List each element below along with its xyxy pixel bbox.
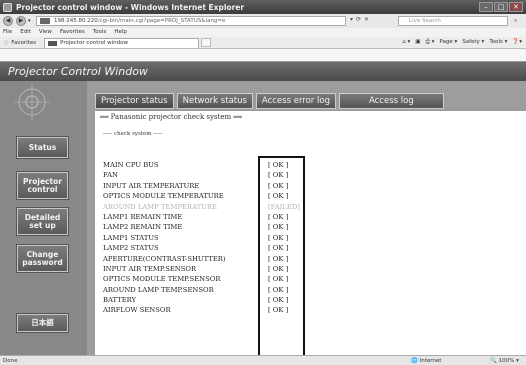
status-row-label: BATTERY bbox=[103, 296, 137, 305]
menu-file[interactable]: File bbox=[3, 28, 12, 37]
status-row-label: AROUND LAMP TEMPERATURE bbox=[103, 202, 217, 211]
address-tools: ▾ ⟳ ✕ bbox=[350, 16, 369, 23]
status-row: INPUT AIR TEMP.SENSOR[ OK ] bbox=[103, 264, 363, 274]
tab-network-status[interactable]: Network status bbox=[176, 93, 253, 109]
status-row-label: LAMP2 REMAIN TIME bbox=[103, 223, 183, 232]
site-icon bbox=[40, 18, 50, 24]
status-row: OPTICS MODULE TEMP.SENSOR[ OK ] bbox=[103, 274, 363, 284]
menu-bar: File Edit View Favorites Tools Help bbox=[0, 28, 526, 37]
status-list: MAIN CPU BUS[ OK ] FAN[ OK ] INPUT AIR TEM… bbox=[103, 160, 363, 316]
status-row-label: LAMP1 REMAIN TIME bbox=[103, 212, 183, 221]
window-title: Projector control window - Windows Inter… bbox=[16, 2, 245, 12]
sidebar-item-status[interactable]: Status bbox=[17, 137, 68, 158]
status-row: BATTERY[ OK ] bbox=[103, 295, 363, 305]
status-row: LAMP2 STATUS[ OK ] bbox=[103, 243, 363, 253]
security-zone: 🌐 Internet bbox=[411, 358, 442, 364]
window-controls: – □ ✕ bbox=[479, 2, 523, 12]
check-system-heading: ══ Panasonic projector check system ══ bbox=[100, 113, 242, 121]
address-toolbar: ◀ ▶ ▾ 198.245.80.220 /cgi-bin/main.cgi?p… bbox=[0, 14, 526, 28]
tools-menu[interactable]: Tools ▾ bbox=[489, 39, 507, 46]
stop-icon[interactable]: ✕ bbox=[364, 16, 369, 23]
address-field[interactable]: 198.245.80.220 /cgi-bin/main.cgi?page=PR… bbox=[36, 16, 346, 26]
status-row-label: LAMP2 STATUS bbox=[103, 244, 159, 253]
page-menu[interactable]: Page ▾ bbox=[439, 39, 457, 46]
search-input[interactable]: Live Search bbox=[398, 16, 508, 26]
zoom-value: 100% bbox=[498, 358, 515, 364]
command-bar: ⌂ ▾ ▣ ⎙ ▾ Page ▾ Safety ▾ Tools ▾ ❓▾ bbox=[402, 39, 522, 46]
feeds-icon[interactable]: ▣ bbox=[415, 39, 420, 46]
favorites-bar: ☆ Favorites Projector control window ⌂ ▾… bbox=[0, 37, 526, 49]
status-row: AIRFLOW SENSOR[ OK ] bbox=[103, 305, 363, 315]
status-row-label: AIRFLOW SENSOR bbox=[103, 306, 171, 315]
sidebar-item-projector-control[interactable]: Projector control bbox=[17, 172, 68, 199]
menu-help[interactable]: Help bbox=[114, 28, 127, 37]
tab-projector-status[interactable]: Projector status bbox=[95, 93, 174, 109]
search-icon[interactable]: ⌕ bbox=[514, 17, 517, 25]
safety-menu[interactable]: Safety ▾ bbox=[462, 39, 484, 46]
status-row: AROUND LAMP TEMPERATURE [FAILED] bbox=[103, 202, 363, 212]
sidebar-item-detailed-setup[interactable]: Detailed set up bbox=[17, 208, 68, 235]
home-icon[interactable]: ⌂ ▾ bbox=[402, 39, 410, 46]
projector-logo-icon bbox=[14, 84, 50, 120]
status-row-label: OPTICS MODULE TEMP.SENSOR bbox=[103, 275, 221, 284]
favorites-label: Favorites bbox=[11, 39, 37, 46]
dropdown-icon[interactable]: ▾ bbox=[350, 16, 353, 23]
status-row: LAMP1 STATUS[ OK ] bbox=[103, 233, 363, 243]
status-row-label: INPUT AIR TEMP.SENSOR bbox=[103, 264, 197, 273]
url-host: 198.245.80.220 bbox=[54, 18, 98, 24]
status-panel: ══ Panasonic projector check system ══ -… bbox=[95, 111, 526, 355]
status-row: FAN[ OK ] bbox=[103, 170, 363, 180]
favorites-button[interactable]: ☆ Favorites bbox=[3, 39, 36, 47]
check-system-subheading: ----- check system ----- bbox=[103, 131, 163, 137]
zone-label: Internet bbox=[419, 358, 442, 364]
page-top-band bbox=[0, 49, 526, 61]
status-row: AROUND LAMP TEMP.SENSOR[ OK ] bbox=[103, 285, 363, 295]
forward-button[interactable]: ▶ bbox=[16, 16, 26, 26]
new-tab-button[interactable] bbox=[201, 38, 212, 47]
menu-view[interactable]: View bbox=[39, 28, 52, 37]
browser-tab[interactable]: Projector control window bbox=[44, 37, 200, 48]
status-row-label: FAN bbox=[103, 171, 118, 180]
back-button[interactable]: ◀ bbox=[3, 16, 13, 26]
window-title-bar: Projector control window - Windows Inter… bbox=[0, 0, 526, 14]
maximize-button[interactable]: □ bbox=[494, 2, 508, 12]
status-row: INPUT AIR TEMPERATURE[ OK ] bbox=[103, 181, 363, 191]
status-text: Done bbox=[3, 358, 18, 364]
status-bar: Done 🌐 Internet 🔍 100% ▾ bbox=[0, 355, 526, 365]
tab-bar: Projector status Network status Access e… bbox=[95, 93, 444, 109]
minimize-button[interactable]: – bbox=[479, 2, 493, 12]
status-row-label: AROUND LAMP TEMP.SENSOR bbox=[103, 285, 214, 294]
status-row: OPTICS MODULE TEMPERATURE[ OK ] bbox=[103, 191, 363, 201]
tab-title: Projector control window bbox=[60, 40, 129, 46]
star-icon: ☆ bbox=[3, 38, 10, 47]
status-row-label: LAMP1 STATUS bbox=[103, 233, 159, 242]
menu-favorites[interactable]: Favorites bbox=[60, 28, 85, 37]
tab-access-error-log[interactable]: Access error log bbox=[255, 93, 336, 109]
status-row: LAMP1 REMAIN TIME[ OK ] bbox=[103, 212, 363, 222]
help-icon[interactable]: ❓▾ bbox=[512, 39, 522, 46]
result-highlight-box bbox=[258, 156, 305, 359]
menu-tools[interactable]: Tools bbox=[93, 28, 107, 37]
print-icon[interactable]: ⎙ ▾ bbox=[425, 39, 434, 46]
status-row-label: OPTICS MODULE TEMPERATURE bbox=[103, 192, 224, 201]
status-row: APERTURE(CONTRAST-SHUTTER)[ OK ] bbox=[103, 254, 363, 264]
close-button[interactable]: ✕ bbox=[509, 2, 523, 12]
refresh-icon[interactable]: ⟳ bbox=[356, 16, 361, 23]
page-title: Projector Control Window bbox=[8, 65, 148, 78]
page-header: Projector Control Window bbox=[0, 61, 526, 81]
sidebar-item-japanese[interactable]: 日本語 bbox=[17, 314, 68, 332]
tab-access-log[interactable]: Access log bbox=[338, 93, 444, 109]
sidebar-item-change-password[interactable]: Change password bbox=[17, 245, 68, 272]
zoom-level[interactable]: 🔍 100% ▾ bbox=[490, 358, 519, 364]
status-row: MAIN CPU BUS[ OK ] bbox=[103, 160, 363, 170]
status-row-label: MAIN CPU BUS bbox=[103, 161, 159, 169]
url-path: /cgi-bin/main.cgi?page=PROJ_STATUS&lang=… bbox=[97, 18, 226, 24]
history-dropdown-icon[interactable]: ▾ bbox=[28, 18, 31, 24]
menu-edit[interactable]: Edit bbox=[20, 28, 31, 37]
status-row-label: APERTURE(CONTRAST-SHUTTER) bbox=[103, 254, 226, 263]
status-row: LAMP2 REMAIN TIME[ OK ] bbox=[103, 222, 363, 232]
tab-site-icon bbox=[48, 40, 58, 46]
ie-icon bbox=[3, 2, 12, 12]
status-row-label: INPUT AIR TEMPERATURE bbox=[103, 181, 200, 190]
